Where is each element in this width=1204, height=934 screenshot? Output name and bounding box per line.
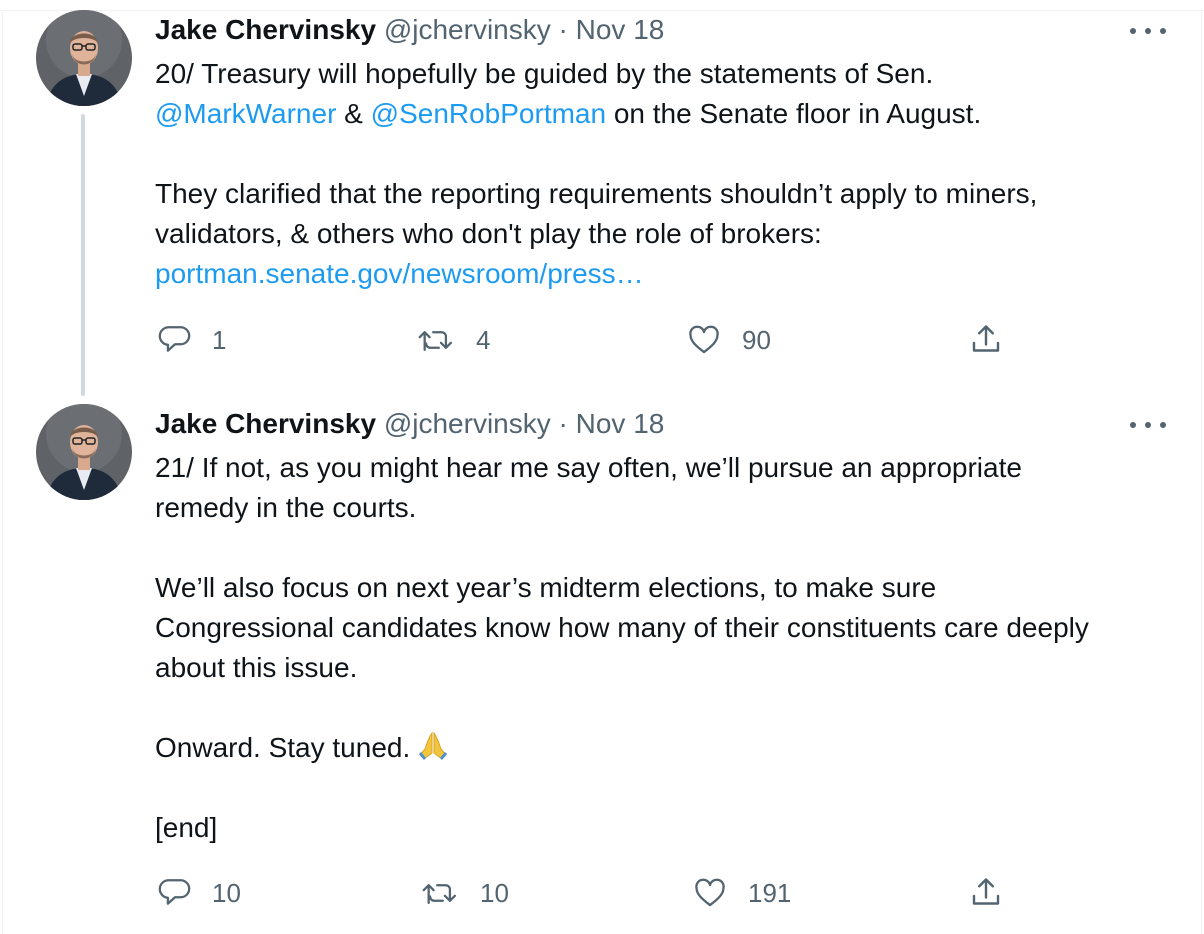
tweet-line: about this issue. [155,652,358,683]
tweet-date[interactable]: Nov 18 [576,14,665,45]
share-icon [972,325,1000,352]
card-border-right [1201,10,1202,934]
retweet-count: 4 [476,324,491,355]
more-icon[interactable] [1130,21,1166,41]
tweet-line: 20/ Treasury will hopefully be guided by… [155,58,934,89]
reply-button[interactable]: 1 [158,320,226,360]
share-button[interactable] [968,320,1004,360]
tweet-line: Onward. Stay tuned. [155,728,1185,768]
tweet-line-text: Onward. Stay tuned. [155,732,411,763]
tweet-line-tail: on the Senate floor in August. [606,98,982,129]
tweet-line: validators, & others who don't play the … [155,218,822,249]
tweet-line: They clarified that the reporting requir… [155,178,1038,209]
tweet-actions: 1 4 90 [0,320,1204,360]
reply-icon [158,879,191,905]
like-count: 90 [742,324,771,355]
share-button[interactable] [968,873,1004,913]
like-count: 191 [748,877,792,908]
retweet-button[interactable]: 10 [420,873,509,913]
header-separator: · [558,408,568,439]
tweet-line: [end] [155,812,218,843]
mention-link[interactable]: @SenRobPortman [371,98,606,129]
retweet-icon [422,884,457,905]
author-handle[interactable]: @jchervinsky [384,14,551,45]
tweet-line: remedy in the courts. [155,492,417,523]
reply-count: 10 [212,877,241,908]
tweet-actions: 10 10 191 [0,873,1204,913]
more-icon[interactable] [1130,415,1166,435]
tweet-date[interactable]: Nov 18 [576,408,665,439]
share-icon [972,878,1000,905]
tweet-text: 20/ Treasury will hopefully be guided by… [155,54,1185,294]
card-border-left [2,10,3,934]
retweet-count: 10 [480,877,509,908]
tweet-text: 21/ If not, as you might hear me say oft… [155,448,1185,848]
tweet-header: Jake Chervinsky @jchervinsky · Nov 18 [155,13,664,47]
retweet-button[interactable]: 4 [416,320,490,360]
retweet-icon [418,331,453,352]
tweet-line: We’ll also focus on next year’s midterm … [155,572,937,603]
like-button[interactable]: 90 [686,320,771,360]
like-button[interactable]: 191 [692,873,791,913]
author-name[interactable]: Jake Chervinsky [155,14,376,45]
tweet-line: @MarkWarner & @SenRobPortman on the Sena… [155,94,1185,134]
mention-link[interactable]: @MarkWarner [155,98,336,129]
tweet-line: Congressional candidates know how many o… [155,612,1089,643]
header-separator: · [558,14,568,45]
reply-icon [158,326,191,352]
tweet-header: Jake Chervinsky @jchervinsky · Nov 18 [155,407,664,441]
avatar[interactable] [36,10,132,106]
author-name[interactable]: Jake Chervinsky [155,408,376,439]
reply-count: 1 [212,324,227,355]
reply-button[interactable]: 10 [158,873,241,913]
folded-hands-emoji [416,729,450,774]
avatar[interactable] [36,404,132,500]
mention-joiner: & [336,98,371,129]
author-handle[interactable]: @jchervinsky [384,408,551,439]
tweet-line: 21/ If not, as you might hear me say oft… [155,452,1022,483]
card-border-top [0,10,1204,11]
heart-icon [695,878,725,907]
external-link[interactable]: portman.senate.gov/newsroom/press… [155,254,1185,294]
heart-icon [689,325,719,354]
